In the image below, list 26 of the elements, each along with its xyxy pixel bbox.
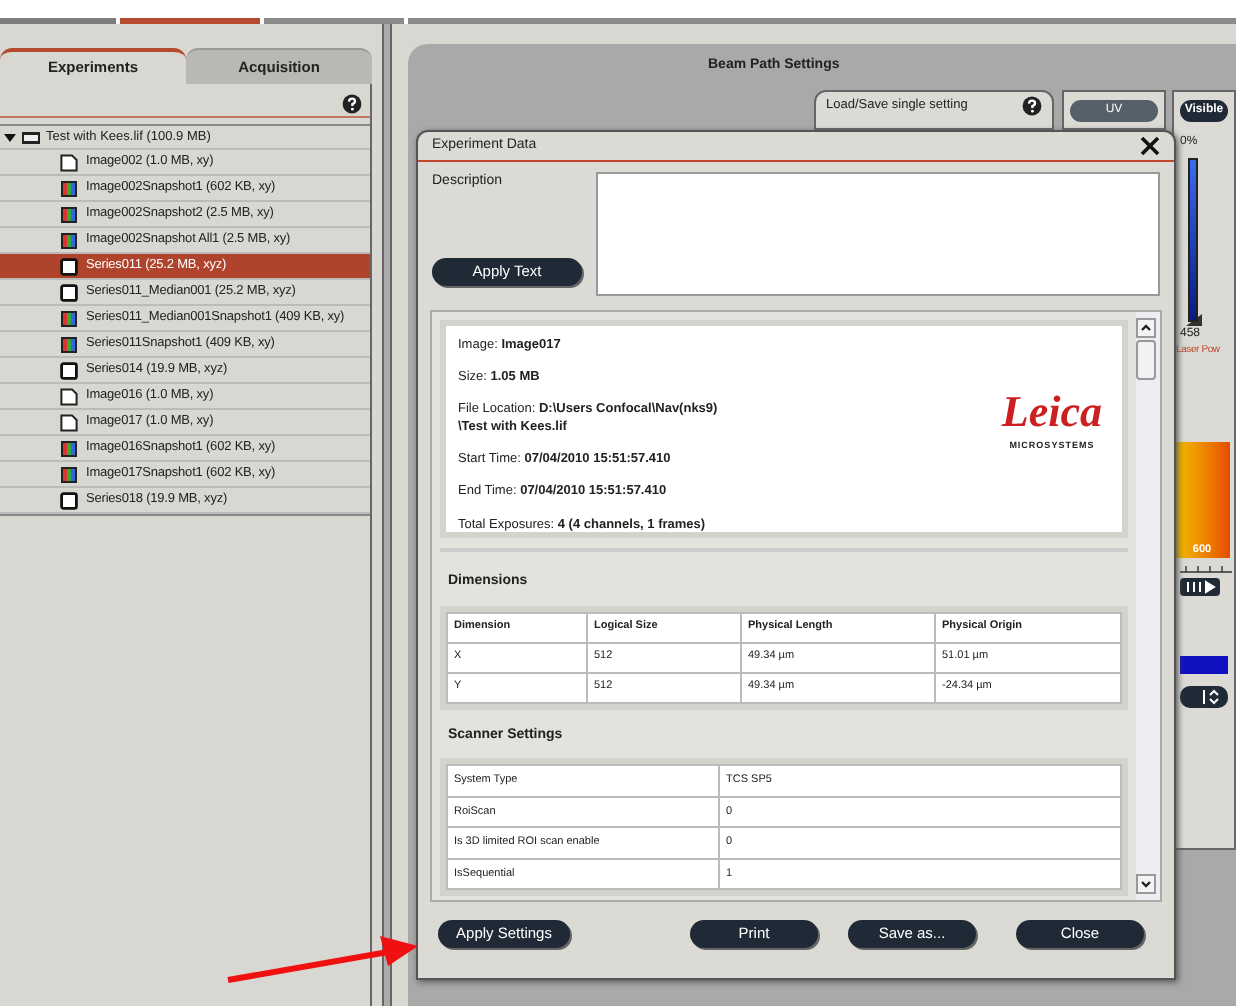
folder-icon	[22, 130, 40, 144]
snapshot-icon	[60, 179, 78, 197]
snapshot-icon	[60, 335, 78, 353]
snapshot-icon	[60, 231, 78, 249]
document-icon	[60, 153, 78, 171]
description-field[interactable]	[596, 172, 1160, 296]
snapshot-icon	[60, 439, 78, 457]
snapshot-icon	[60, 205, 78, 223]
slider-thumb-icon[interactable]	[1186, 309, 1202, 325]
scrollbar[interactable]	[1136, 312, 1160, 900]
series-icon	[60, 491, 78, 509]
scroll-thumb[interactable]	[1136, 340, 1156, 380]
scroll-up-icon[interactable]	[1136, 318, 1156, 338]
scroll-down-icon[interactable]	[1136, 874, 1156, 894]
logo-wordmark: Leica	[1001, 390, 1102, 435]
expand-icon[interactable]	[4, 131, 16, 143]
close-icon[interactable]	[1140, 136, 1160, 156]
snapshot-icon	[60, 465, 78, 483]
playback-control-icon[interactable]	[1180, 578, 1220, 596]
stepper-icon[interactable]	[1180, 686, 1228, 708]
intensity-bar	[1180, 656, 1228, 674]
help-icon[interactable]	[342, 93, 362, 113]
scale-ruler-icon	[1180, 562, 1232, 574]
snapshot-icon	[60, 309, 78, 327]
help-icon[interactable]	[1022, 95, 1042, 115]
series-icon	[60, 361, 78, 379]
